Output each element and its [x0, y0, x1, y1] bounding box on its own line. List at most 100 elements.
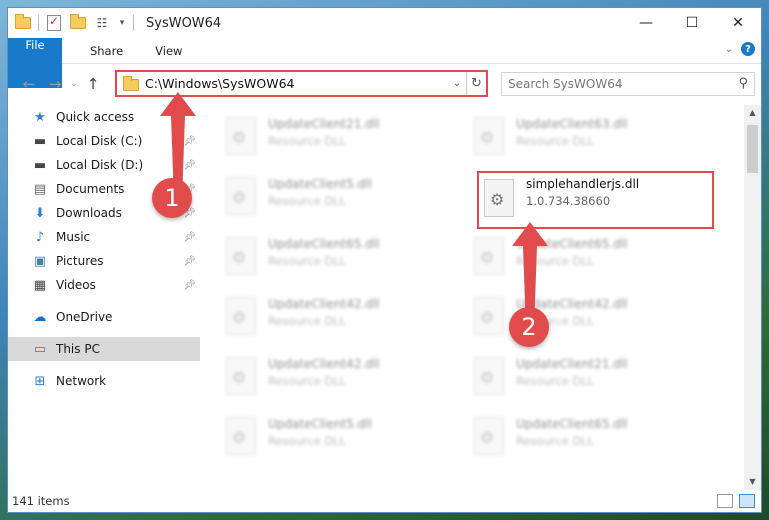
- scroll-down-icon[interactable]: ▼: [744, 474, 761, 490]
- file-description: Resource DLL: [268, 314, 347, 328]
- back-arrow-icon[interactable]: ←: [16, 75, 42, 93]
- file-name: UpdateClient5.dll: [268, 417, 372, 431]
- file-description: Resource DLL: [268, 194, 347, 208]
- sidebar-item-label: OneDrive: [56, 310, 113, 324]
- close-button[interactable]: ✕: [715, 8, 761, 38]
- scroll-thumb[interactable]: [747, 125, 758, 173]
- file-description: Resource DLL: [268, 254, 347, 268]
- file-description: Resource DLL: [268, 134, 347, 148]
- window-controls: — ☐ ✕: [623, 8, 761, 38]
- scroll-up-icon[interactable]: ▲: [744, 105, 761, 121]
- list-item[interactable]: UpdateClient21.dll Resource DLL: [448, 353, 678, 403]
- file-name: simplehandlerjs.dll: [526, 177, 640, 191]
- sidebar-item-label: Local Disk (C:): [56, 134, 143, 148]
- download-icon: ⬇: [34, 205, 46, 221]
- list-item[interactable]: UpdateClient63.dll Resource DLL: [448, 113, 678, 163]
- tab-share[interactable]: Share: [74, 38, 139, 63]
- file-name: UpdateClient42.dll: [268, 297, 380, 311]
- chevron-down-icon[interactable]: ▾: [117, 14, 127, 32]
- file-description: Resource DLL: [516, 134, 595, 148]
- sidebar-item-label: Local Disk (D:): [56, 158, 144, 172]
- list-item[interactable]: UpdateClient42.dll Resource DLL: [200, 353, 430, 403]
- file-description: Resource DLL: [516, 434, 595, 448]
- list-item[interactable]: simplehandlerjs.dll 1.0.734.38660: [479, 173, 709, 223]
- music-icon: ♪: [35, 229, 45, 245]
- list-item[interactable]: UpdateClient65.dllResource DLL: [200, 233, 430, 283]
- list-item[interactable]: UpdateClient5.dll Resource DLL: [200, 173, 430, 223]
- tab-view[interactable]: View: [139, 38, 198, 63]
- list-item[interactable]: UpdateClient65.dllResource DLL: [448, 233, 678, 283]
- minimize-button[interactable]: —: [623, 8, 669, 38]
- list-item[interactable]: UpdateClient65.dll Resource DLL: [448, 413, 678, 463]
- ribbon-right-controls: ⌄ ?: [725, 42, 755, 56]
- drive-icon: ▬: [33, 157, 47, 173]
- quick-access-toolbar: ☷ ▾: [8, 8, 140, 38]
- customize-toolbar-icon[interactable]: ☷: [93, 14, 111, 32]
- sidebar-item-label: Quick access: [56, 110, 135, 124]
- file-list: UpdateClient21.dll Resource DLL UpdateCli…: [200, 105, 761, 490]
- search-input[interactable]: Search SysWOW64 ⚲: [501, 72, 755, 96]
- list-item[interactable]: UpdateClient5.dll Resource DLL: [200, 413, 430, 463]
- sidebar-item-network[interactable]: ⊞ Network: [8, 369, 200, 393]
- highlighted-file: simplehandlerjs.dll 1.0.734.38660: [477, 171, 714, 229]
- drive-icon: ▬: [33, 133, 47, 149]
- help-icon[interactable]: ?: [741, 42, 755, 56]
- dll-file-icon: [226, 297, 256, 335]
- details-view-icon[interactable]: [717, 494, 733, 508]
- address-row: ← → ⌄ ↑ C:\Windows\SysWOW64 ⌄ ↻ Search S…: [8, 64, 761, 104]
- list-item[interactable]: UpdateClient42.dllResource DLL: [448, 293, 678, 343]
- sidebar-item-label: Pictures: [56, 254, 104, 268]
- sidebar-item-onedrive[interactable]: ☁ OneDrive: [8, 305, 200, 329]
- list-item[interactable]: UpdateClient42.dll Resource DLL: [200, 293, 430, 343]
- refresh-icon[interactable]: ↻: [466, 72, 486, 95]
- forward-arrow-icon[interactable]: →: [42, 75, 68, 93]
- sidebar-item-label: This PC: [56, 342, 100, 356]
- view-toggle: [717, 494, 755, 508]
- monitor-icon: ▭: [33, 341, 47, 357]
- file-name: UpdateClient5.dll: [268, 177, 372, 191]
- file-description: Resource DLL: [268, 374, 347, 388]
- vertical-scrollbar[interactable]: ▲ ▼: [744, 105, 761, 490]
- expand-ribbon-icon[interactable]: ⌄: [725, 44, 733, 55]
- file-description: Resource DLL: [516, 374, 595, 388]
- window-title: SysWOW64: [146, 15, 222, 31]
- sidebar-item-pictures[interactable]: ▣ Pictures 📌︎: [8, 249, 200, 273]
- callout-badge-2: 2: [509, 307, 549, 347]
- folder-icon: [123, 76, 139, 91]
- dll-file-icon: [226, 357, 256, 395]
- recent-locations-icon[interactable]: ⌄: [68, 79, 80, 89]
- address-path[interactable]: C:\Windows\SysWOW64: [145, 76, 448, 91]
- title-bar: ☷ ▾ SysWOW64 — ☐ ✕: [8, 8, 761, 38]
- sidebar-item-music[interactable]: ♪ Music 📌︎: [8, 225, 200, 249]
- properties-icon[interactable]: [45, 14, 63, 32]
- maximize-button[interactable]: ☐: [669, 8, 715, 38]
- dll-file-icon: [474, 237, 504, 275]
- sidebar-item-this-pc[interactable]: ▭ This PC: [8, 337, 200, 361]
- sidebar-item-label: Network: [56, 374, 107, 388]
- file-name: UpdateClient21.dll: [516, 357, 628, 371]
- file-name: UpdateClient63.dll: [516, 117, 628, 131]
- new-folder-icon[interactable]: [69, 14, 87, 32]
- status-bar: 141 items: [8, 490, 761, 512]
- file-name: UpdateClient65.dll: [516, 417, 628, 431]
- dll-file-icon: [474, 297, 504, 335]
- file-name: UpdateClient21.dll: [268, 117, 380, 131]
- list-item[interactable]: UpdateClient21.dll Resource DLL: [200, 113, 430, 163]
- network-icon: ⊞: [34, 373, 46, 389]
- callout-badge-1: 1: [152, 178, 192, 218]
- pin-icon[interactable]: 📌︎: [183, 232, 196, 243]
- navigation-buttons: ← → ⌄ ↑: [8, 75, 106, 93]
- dll-file-icon: [484, 179, 514, 217]
- pin-icon[interactable]: 📌︎: [183, 280, 196, 291]
- sidebar-item-videos[interactable]: ▦ Videos 📌︎: [8, 273, 200, 297]
- up-arrow-icon[interactable]: ↑: [80, 75, 106, 93]
- divider: [133, 15, 134, 31]
- chevron-down-icon[interactable]: ⌄: [448, 78, 466, 89]
- tiles-view-icon[interactable]: [739, 494, 755, 508]
- pin-icon[interactable]: 📌︎: [183, 256, 196, 267]
- file-name: UpdateClient42.dll: [268, 357, 380, 371]
- dll-file-icon: [474, 117, 504, 155]
- folder-icon[interactable]: [14, 14, 32, 32]
- item-count: 141 items: [12, 494, 70, 508]
- search-icon[interactable]: ⚲: [738, 76, 748, 91]
